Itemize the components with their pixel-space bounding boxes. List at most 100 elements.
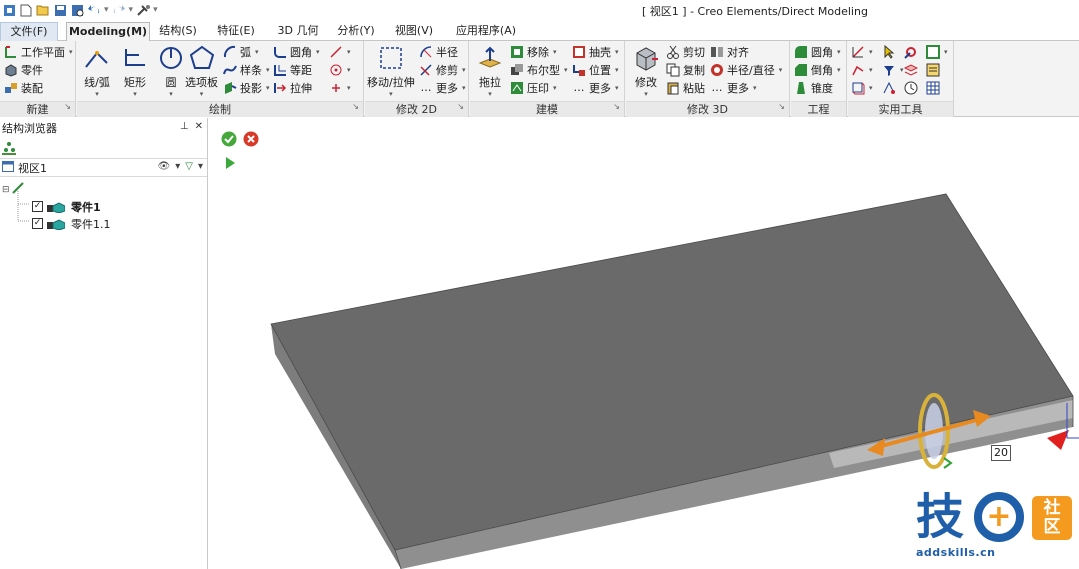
pin-icon[interactable]: ⊥ xyxy=(180,121,189,132)
gear-pen-icon xyxy=(904,45,918,59)
annotation-icon xyxy=(882,81,896,95)
util-tool-3-button[interactable] xyxy=(904,79,918,96)
dialog-launcher-icon[interactable]: ↘ xyxy=(778,99,785,114)
dialog-launcher-icon[interactable]: ↘ xyxy=(352,99,359,114)
position-icon xyxy=(572,63,586,77)
extend-button[interactable]: 拉伸 xyxy=(273,79,312,96)
construction-button[interactable]: ▾ xyxy=(329,79,351,96)
filter-dropdown-icon[interactable]: ▾ xyxy=(198,161,203,172)
paste-button[interactable]: 粘贴 xyxy=(666,79,705,96)
util-select-button[interactable] xyxy=(882,43,896,60)
pull-button[interactable]: 拖拉 ▾ xyxy=(476,44,504,98)
save-as-icon[interactable] xyxy=(70,3,84,17)
cursor-icon xyxy=(882,44,896,59)
construction-point-icon xyxy=(329,81,343,95)
part-icon xyxy=(47,218,65,230)
radius-diameter-button[interactable]: 半径/直径 ▾ xyxy=(710,61,782,78)
line-arc-button[interactable]: 线/弧 ▾ xyxy=(83,44,111,98)
taper-button[interactable]: 锥度 xyxy=(794,79,833,96)
assembly-button[interactable]: 装配 xyxy=(4,79,43,96)
remove-button[interactable]: 移除 ▾ xyxy=(510,43,557,60)
collapse-icon[interactable]: ⊟ xyxy=(2,185,10,195)
imprint-button[interactable]: 压印 ▾ xyxy=(510,79,557,96)
group-modify-2d: 移动/拉伸 ▾ 半径 修剪 ▾ … 更多 ▾ 修改 2D ↘ xyxy=(365,41,469,117)
util-table-button[interactable] xyxy=(926,79,940,96)
util-view-button[interactable]: ▾ xyxy=(851,79,873,96)
more-3d-button[interactable]: … 更多 ▾ xyxy=(710,79,757,96)
spline-button[interactable]: 样条 ▾ xyxy=(223,61,270,78)
tree-view-icon[interactable] xyxy=(2,141,16,155)
imprint-icon xyxy=(510,81,524,95)
structure-browser-header: 结构浏览器 ⊥ ✕ xyxy=(0,118,207,138)
move-stretch-button[interactable]: 移动/拉伸 ▾ xyxy=(367,44,415,98)
watermark-badge: 社 区 xyxy=(1032,496,1072,540)
cut-button[interactable]: 剪切 xyxy=(666,43,705,60)
tab-analysis[interactable]: 分析(Y) xyxy=(332,22,380,41)
redo-icon[interactable] xyxy=(112,3,126,17)
close-icon[interactable]: ✕ xyxy=(195,121,203,132)
tab-applications[interactable]: 应用程序(A) xyxy=(448,22,524,41)
structure-tree: ⊟ ✓ 零件1 ✓ 零件1.1 xyxy=(0,177,207,232)
copy-button[interactable]: 复制 xyxy=(666,61,705,78)
boolean-button[interactable]: 布尔型 ▾ xyxy=(510,61,568,78)
tab-modeling[interactable]: Modeling(M) xyxy=(66,22,150,42)
redo-dropdown-icon[interactable]: ▾ xyxy=(129,5,134,15)
undo-icon[interactable] xyxy=(87,3,101,17)
arc-icon xyxy=(223,45,237,59)
util-annotation-button[interactable] xyxy=(882,79,896,96)
shell-button[interactable]: 抽壳 ▾ xyxy=(572,43,619,60)
more-build-button[interactable]: … 更多 ▾ xyxy=(572,79,619,96)
tools-icon[interactable] xyxy=(136,3,151,17)
part-button[interactable]: 零件 xyxy=(4,61,43,78)
arc-button[interactable]: 弧 ▾ xyxy=(223,43,259,60)
chamfer-button[interactable]: 倒角 ▾ xyxy=(794,61,841,78)
modify-3d-button[interactable]: 修改 ▾ xyxy=(632,44,660,98)
rectangle-button[interactable]: 矩形 ▾ xyxy=(121,44,149,98)
trim-button[interactable]: 修剪 ▾ xyxy=(419,61,466,78)
position-button[interactable]: 位置 ▾ xyxy=(572,61,619,78)
palette-button[interactable]: 选项板 ▾ xyxy=(185,44,218,98)
circle-button[interactable]: 圆 ▾ xyxy=(157,44,185,98)
tab-view[interactable]: 视图(V) xyxy=(388,22,440,41)
binoculars-icon[interactable]: 👁 xyxy=(158,161,171,172)
save-icon[interactable] xyxy=(53,3,67,17)
viewport-row[interactable]: 视区1 👁 ▾ ▽ ▾ xyxy=(0,158,207,177)
open-folder-icon[interactable] xyxy=(36,3,50,17)
util-section-button[interactable]: ▾ xyxy=(851,61,873,78)
customize-qat-icon[interactable]: ▾ xyxy=(153,5,158,15)
tab-feature[interactable]: 特征(E) xyxy=(210,22,262,41)
util-window-button[interactable]: ▾ xyxy=(926,43,948,60)
tab-file[interactable]: 文件(F) xyxy=(0,22,58,41)
app-icon[interactable] xyxy=(2,3,16,17)
binoculars-dropdown-icon[interactable]: ▾ xyxy=(175,161,180,172)
undo-dropdown-icon[interactable]: ▾ xyxy=(104,5,109,15)
dialog-launcher-icon[interactable]: ↘ xyxy=(457,99,464,114)
viewport-label: 视区1 xyxy=(18,161,47,175)
offset-button[interactable]: 等距 xyxy=(273,61,312,78)
tab-3d-geometry[interactable]: 3D 几何 xyxy=(268,22,328,41)
project-button[interactable]: 投影 ▾ xyxy=(223,79,270,96)
util-measure-button[interactable]: ▾ xyxy=(851,43,873,60)
util-properties-button[interactable] xyxy=(926,61,940,78)
tab-structure[interactable]: 结构(S) xyxy=(152,22,204,41)
dialog-launcher-icon[interactable]: ↘ xyxy=(64,99,71,114)
project-icon xyxy=(223,81,237,95)
util-filter-button[interactable]: ▾ xyxy=(882,61,904,78)
more-dots-icon: … xyxy=(573,81,585,94)
filter-icon[interactable]: ▽ xyxy=(185,161,193,172)
new-file-icon[interactable] xyxy=(19,3,33,17)
more-2d-button[interactable]: … 更多 ▾ xyxy=(419,79,466,96)
round-3d-button[interactable]: 圆角 ▾ xyxy=(794,43,841,60)
table-grid-icon xyxy=(926,81,940,95)
radius-2d-button[interactable]: 半径 xyxy=(419,43,458,60)
point-button[interactable]: ▾ xyxy=(329,61,351,78)
align-button[interactable]: 对齐 xyxy=(710,43,749,60)
util-tool-1-button[interactable] xyxy=(904,43,918,60)
rectangle-icon xyxy=(121,44,149,72)
fillet-2d-button[interactable]: 圆角 ▾ xyxy=(273,43,320,60)
dimension-input[interactable]: 20 xyxy=(991,445,1011,461)
dialog-launcher-icon[interactable]: ↘ xyxy=(613,99,620,114)
workplane-button[interactable]: 工作平面 ▾ xyxy=(4,43,73,60)
line-style-button[interactable]: ▾ xyxy=(329,43,351,60)
util-tool-2-button[interactable] xyxy=(904,61,918,78)
